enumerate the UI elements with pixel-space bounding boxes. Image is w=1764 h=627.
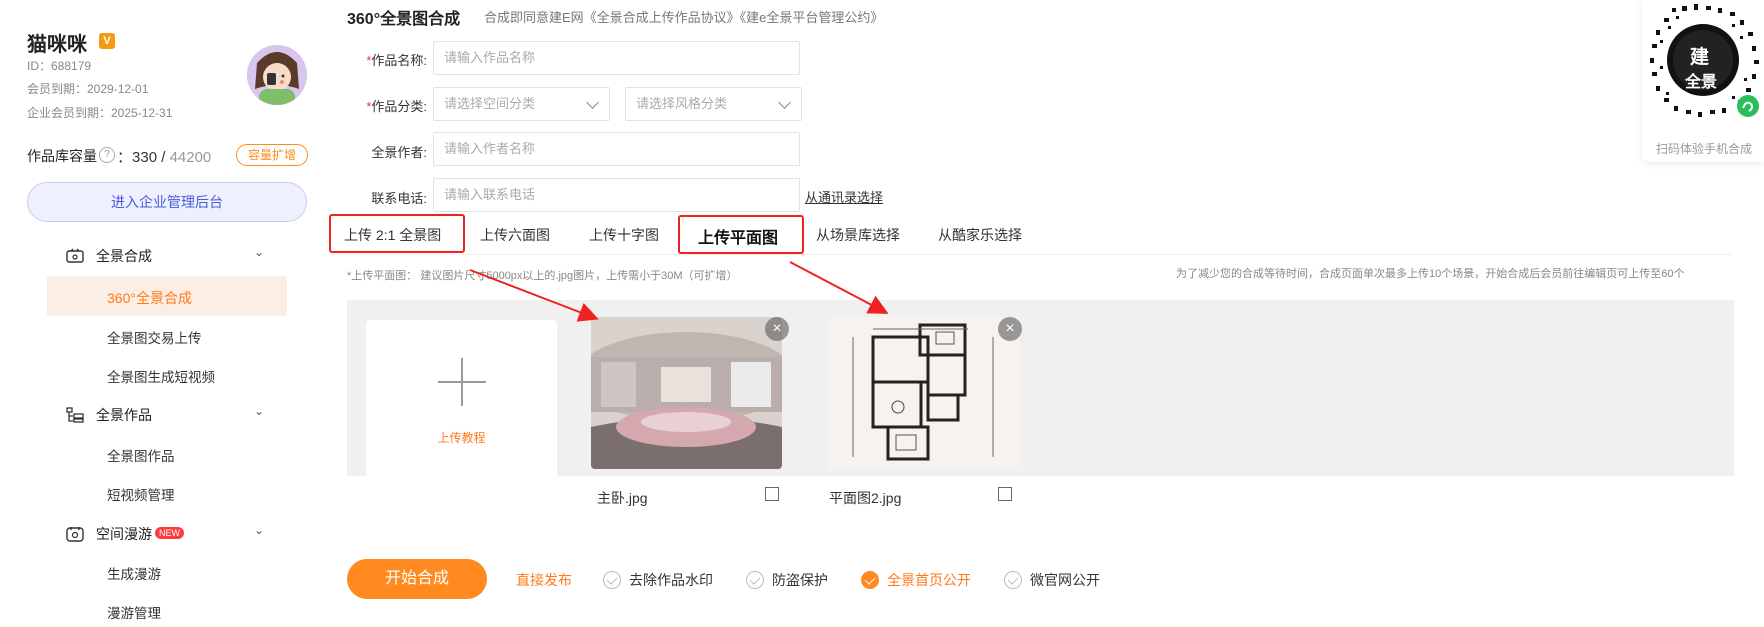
check-icon — [861, 571, 879, 589]
qr-caption: 扫码体验手机合成 — [1656, 142, 1753, 156]
option-homepage-public[interactable]: 全景首页公开 — [861, 570, 971, 590]
check-icon — [603, 571, 621, 589]
check-icon — [746, 571, 764, 589]
direct-publish-link[interactable]: 直接发布 — [516, 570, 572, 590]
check-icon — [1004, 571, 1022, 589]
start-synthesis-button[interactable]: 开始合成 — [347, 559, 487, 599]
option-anti-theft[interactable]: 防盗保护 — [746, 570, 828, 590]
option-micro-site-public[interactable]: 微官网公开 — [1004, 570, 1100, 590]
qr-logo-text: 全景 — [1685, 74, 1718, 91]
qr-logo-text: 建 — [1690, 47, 1710, 68]
annotation-arrows — [469, 261, 889, 322]
option-remove-watermark[interactable]: 去除作品水印 — [603, 570, 713, 590]
